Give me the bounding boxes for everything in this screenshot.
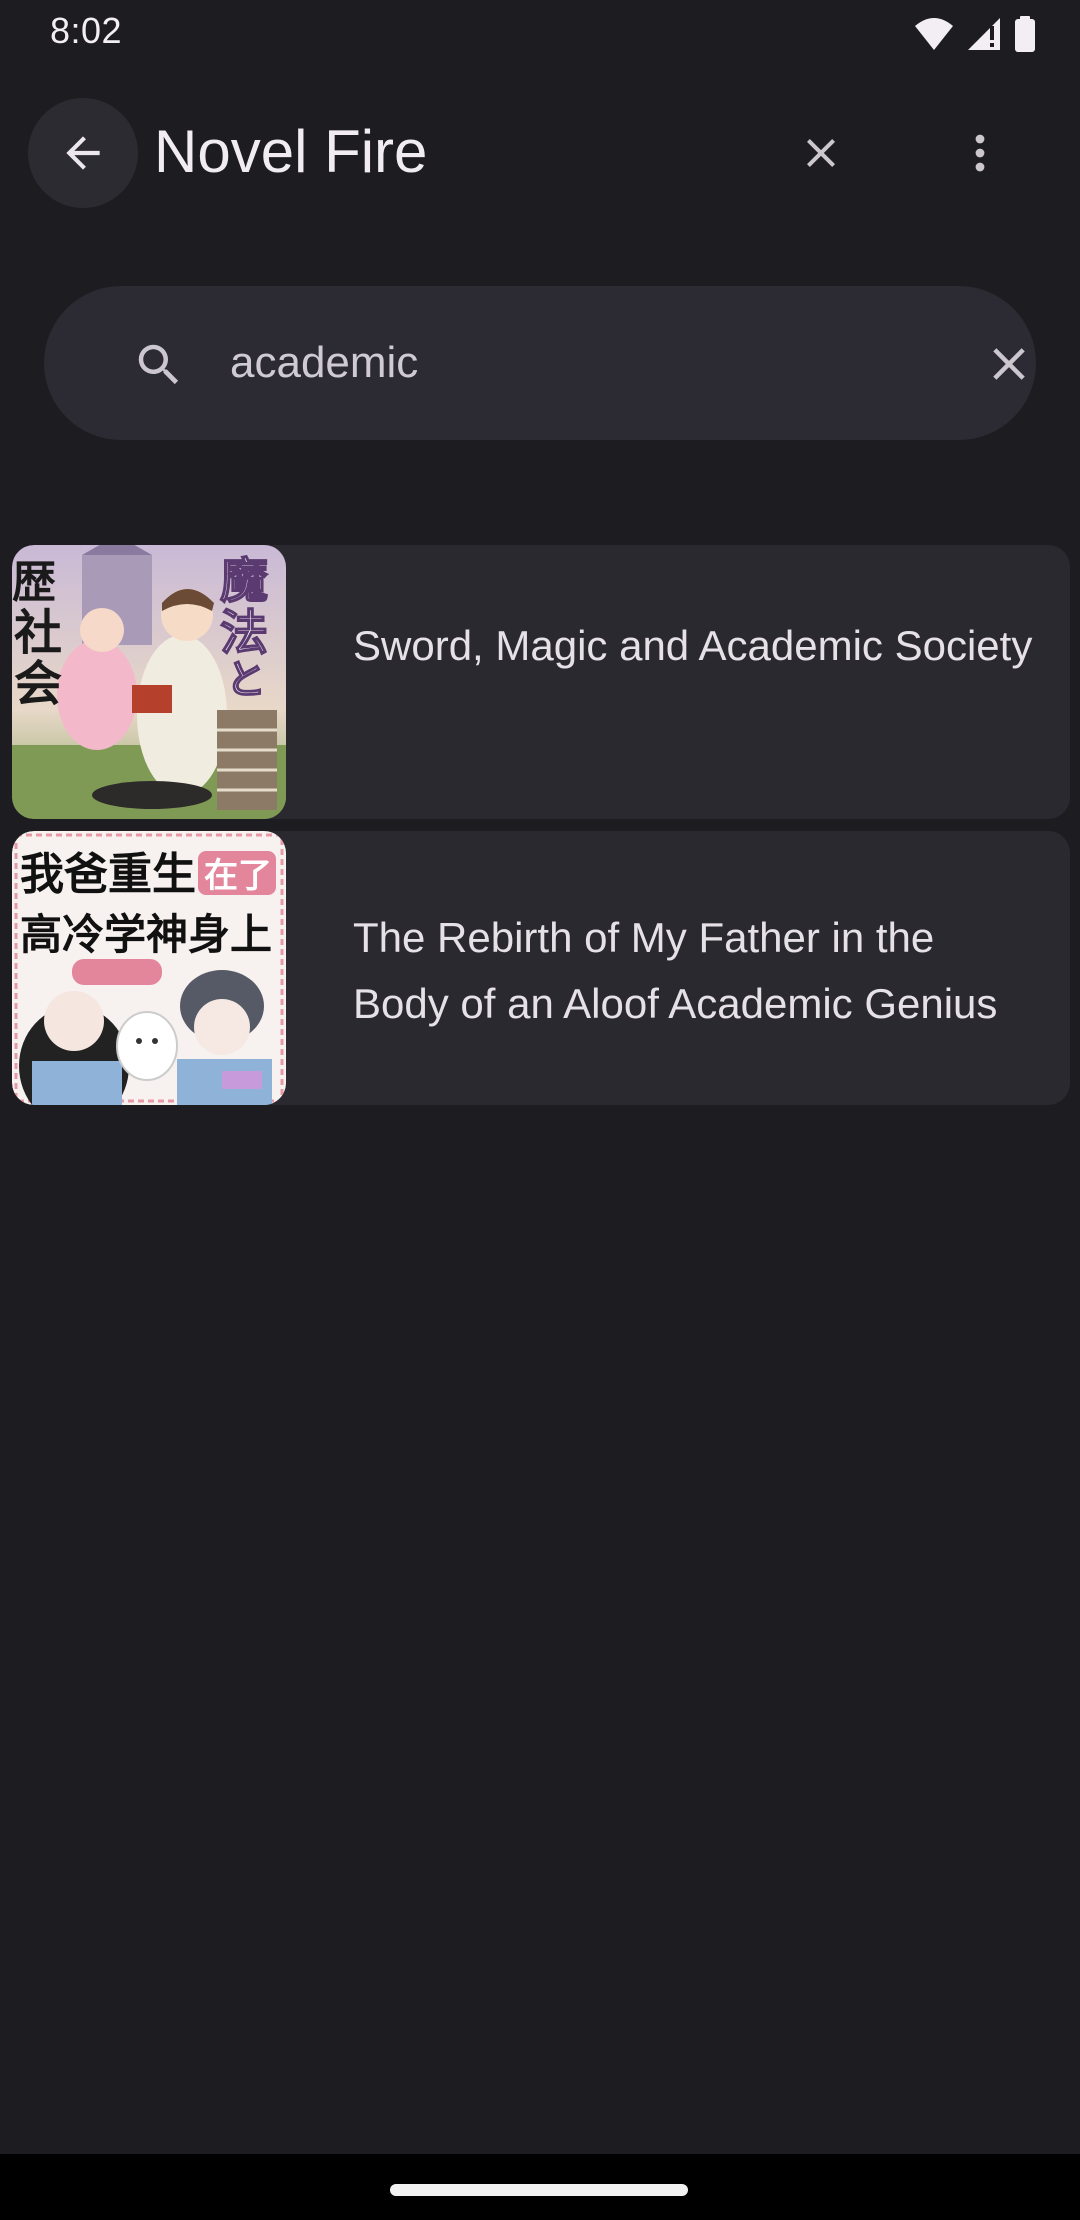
book-cover: 我爸重生 在了 高冷学神身上 [12, 831, 286, 1105]
clear-icon [993, 348, 1025, 380]
book-title: Sword, Magic and Academic Society [353, 622, 1033, 669]
svg-text:魔: 魔 [220, 553, 268, 609]
svg-text:在了: 在了 [204, 856, 272, 896]
svg-text:会: 会 [14, 656, 62, 712]
status-icons [914, 14, 1036, 54]
home-handle[interactable] [390, 2184, 688, 2196]
search-clear-button[interactable] [964, 322, 1054, 406]
cover-image: 我爸重生 在了 高冷学神身上 [12, 831, 286, 1105]
svg-text:高冷学神身上: 高冷学神身上 [20, 910, 272, 959]
search-icon [138, 344, 179, 385]
close-icon [807, 139, 835, 167]
cover-image: 歴 社 会 魔 法 と [12, 545, 286, 819]
list-item[interactable]: 歴 社 会 魔 法 と Sword, Magic and Academic So… [12, 545, 1070, 819]
svg-text:歴: 歴 [12, 557, 56, 608]
book-title: The Rebirth of My Father in the Body of … [353, 914, 998, 1027]
navigation-bar [0, 2154, 1080, 2220]
back-button[interactable] [28, 98, 138, 208]
wifi-icon [915, 18, 953, 50]
battery-icon [1015, 16, 1035, 52]
screen: 8:02 Novel Fire academic 歴 社 会 魔 法 と Swo… [0, 0, 1080, 2220]
book-cover: 歴 社 会 魔 法 と [12, 545, 286, 819]
status-bar: 8:02 [0, 0, 1080, 66]
app-bar: Novel Fire [0, 92, 1080, 212]
results-list: 歴 社 会 魔 法 と Sword, Magic and Academic So… [12, 545, 1070, 1117]
svg-text:と: と [226, 657, 266, 703]
list-item[interactable]: 我爸重生 在了 高冷学神身上 The Rebirth of My Father … [12, 831, 1070, 1105]
svg-text:法: 法 [220, 605, 268, 661]
search-input[interactable] [230, 324, 930, 402]
more-options-button[interactable] [930, 108, 1030, 198]
arrow-left-icon [66, 136, 100, 170]
status-time: 8:02 [50, 10, 123, 51]
svg-text:社: 社 [14, 605, 62, 661]
close-button[interactable] [766, 108, 876, 198]
svg-text:我爸重生: 我爸重生 [20, 849, 196, 900]
signal-icon [968, 18, 1000, 50]
search-bar[interactable] [44, 286, 1036, 440]
page-title: Novel Fire [154, 118, 428, 185]
more-vert-icon [975, 134, 985, 172]
